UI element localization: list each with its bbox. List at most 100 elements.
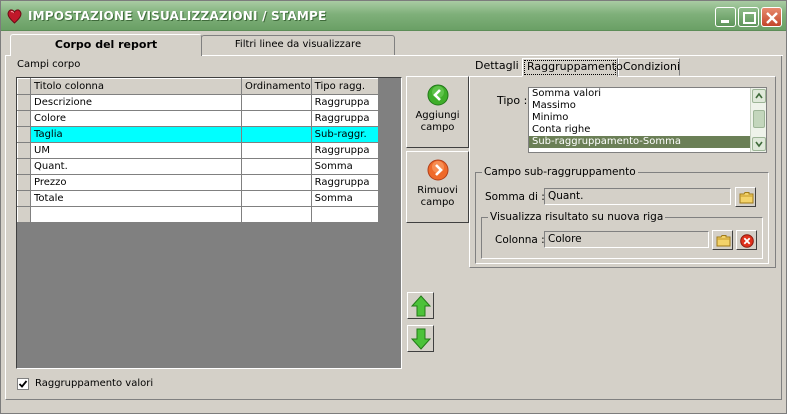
tipo-label: Tipo :: [497, 94, 528, 107]
somma-di-label: Somma di :: [485, 191, 545, 203]
arrow-up-green-icon: [411, 295, 431, 317]
cell-ordinamento[interactable]: [241, 94, 312, 111]
move-up-button[interactable]: [407, 292, 434, 319]
row-indicator: [17, 190, 31, 207]
cell-titolo[interactable]: Colore: [30, 110, 242, 127]
window-title: IMPOSTAZIONE VISUALIZZAZIONI / STAMPE: [28, 9, 327, 23]
minimize-button[interactable]: [715, 7, 736, 27]
campi-corpo-label: Campi corpo: [17, 59, 81, 70]
checkmark-icon: [18, 380, 28, 388]
grid-table: Titolo colonna Ordinamento Tipo ragg. De…: [17, 78, 379, 223]
tipo-option[interactable]: Massimo: [529, 100, 766, 112]
minimize-icon: [721, 20, 729, 23]
table-row[interactable]: Taglia Sub-raggr.: [17, 126, 379, 143]
arrow-right-orange-icon: [427, 159, 448, 181]
tab-corpo-del-report[interactable]: Corpo del report: [10, 34, 202, 56]
cell-tipo[interactable]: Raggruppa: [310, 110, 379, 127]
row-indicator: [17, 94, 31, 111]
row-indicator: [17, 110, 31, 127]
cell-tipo[interactable]: Raggruppa: [310, 174, 379, 191]
cell-tipo[interactable]: Somma: [310, 158, 379, 175]
grid-header-row: Titolo colonna Ordinamento Tipo ragg.: [17, 78, 379, 95]
table-row[interactable]: Prezzo Raggruppa: [17, 174, 379, 191]
rimuovi-campo-button[interactable]: Rimuovi campo: [406, 151, 469, 223]
table-row[interactable]: Descrizione Raggruppa: [17, 94, 379, 111]
delete-icon: [740, 234, 754, 248]
tipo-option[interactable]: Conta righe: [529, 124, 766, 136]
row-indicator: [17, 158, 31, 175]
aggiungi-label-1: Aggiungi: [415, 110, 460, 121]
folder-icon: [739, 192, 754, 204]
maximize-button[interactable]: [738, 7, 759, 27]
table-row[interactable]: UM Raggruppa: [17, 142, 379, 159]
somma-browse-button[interactable]: [735, 187, 756, 207]
colonna-label: Colonna :: [495, 234, 545, 246]
cell-ordinamento[interactable]: [241, 142, 312, 159]
close-icon: [766, 12, 778, 24]
title-bar[interactable]: IMPOSTAZIONE VISUALIZZAZIONI / STAMPE: [1, 1, 786, 31]
column-header-titolo[interactable]: Titolo colonna: [30, 78, 242, 95]
close-button[interactable]: [761, 7, 782, 27]
arrow-down-green-icon: [411, 328, 431, 350]
row-indicator-header: [17, 78, 31, 95]
cell-ordinamento[interactable]: [241, 174, 312, 191]
tipo-option[interactable]: Sub-raggruppamento-Somma: [529, 136, 766, 148]
cell-titolo[interactable]: Prezzo: [30, 174, 242, 191]
chevron-down-icon: [755, 141, 763, 148]
cell-titolo[interactable]: Taglia: [30, 126, 242, 143]
row-indicator: [17, 142, 31, 159]
table-row[interactable]: [17, 206, 379, 223]
colonna-clear-button[interactable]: [736, 230, 757, 250]
move-down-button[interactable]: [407, 325, 434, 352]
somma-di-field[interactable]: Quant.: [544, 188, 731, 205]
scroll-thumb[interactable]: [753, 110, 765, 128]
cell-tipo[interactable]: Raggruppa: [310, 94, 379, 111]
main-window: IMPOSTAZIONE VISUALIZZAZIONI / STAMPE Co…: [0, 0, 787, 414]
row-indicator: [17, 126, 31, 143]
scroll-up-button[interactable]: [752, 89, 766, 103]
column-header-tipo[interactable]: Tipo ragg.: [310, 78, 379, 95]
subtab-dettagli[interactable]: Dettagli: [471, 58, 521, 76]
colonna-field[interactable]: Colore: [544, 231, 709, 248]
colonna-browse-button[interactable]: [712, 230, 733, 250]
cell-titolo[interactable]: [30, 206, 242, 223]
cell-tipo[interactable]: [310, 206, 379, 223]
row-indicator: [17, 174, 31, 191]
cell-titolo[interactable]: Totale: [30, 190, 242, 207]
rimuovi-label-2: campo: [420, 197, 455, 208]
cell-titolo[interactable]: Descrizione: [30, 94, 242, 111]
cell-ordinamento[interactable]: [241, 110, 312, 127]
aggiungi-campo-button[interactable]: Aggiungi campo: [406, 76, 469, 148]
raggruppamento-valori-label[interactable]: Raggruppamento valori: [35, 378, 153, 389]
cell-tipo[interactable]: Somma: [310, 190, 379, 207]
cell-tipo[interactable]: Sub-raggr.: [310, 126, 379, 143]
raggruppamento-valori-checkbox[interactable]: [17, 378, 29, 390]
cell-ordinamento[interactable]: [241, 126, 312, 143]
subtab-condizioni[interactable]: Condizioni: [618, 58, 680, 76]
tipo-option[interactable]: Somma valori: [529, 88, 766, 100]
tipo-option[interactable]: Minimo: [529, 112, 766, 124]
cell-ordinamento[interactable]: [241, 190, 312, 207]
cell-ordinamento[interactable]: [241, 206, 312, 223]
visualizza-risultato-title: Visualizza risultato su nuova riga: [490, 211, 664, 223]
row-indicator: [17, 206, 31, 223]
tab-filtri-linee[interactable]: Filtri linee da visualizzare: [201, 35, 395, 55]
column-header-ordinamento[interactable]: Ordinamento: [241, 78, 312, 95]
table-row[interactable]: Totale Somma: [17, 190, 379, 207]
subtab-raggruppamento[interactable]: Raggruppamento: [522, 58, 623, 77]
maximize-icon: [743, 12, 756, 24]
tipo-listbox[interactable]: Somma valori Massimo Minimo Conta righe Sub-…: [528, 87, 767, 153]
chevron-up-icon: [755, 92, 763, 99]
tipo-scrollbar[interactable]: [750, 88, 766, 152]
cell-ordinamento[interactable]: [241, 158, 312, 175]
table-row[interactable]: Colore Raggruppa: [17, 110, 379, 127]
cell-tipo[interactable]: Raggruppa: [310, 142, 379, 159]
table-row[interactable]: Quant. Somma: [17, 158, 379, 175]
cell-titolo[interactable]: Quant.: [30, 158, 242, 175]
campi-corpo-grid[interactable]: Titolo colonna Ordinamento Tipo ragg. De…: [16, 77, 402, 369]
folder-icon: [716, 235, 731, 247]
tipo-options: Somma valori Massimo Minimo Conta righe Sub-…: [529, 88, 766, 148]
scroll-down-button[interactable]: [752, 137, 766, 151]
aggiungi-label-2: campo: [420, 122, 455, 133]
cell-titolo[interactable]: UM: [30, 142, 242, 159]
